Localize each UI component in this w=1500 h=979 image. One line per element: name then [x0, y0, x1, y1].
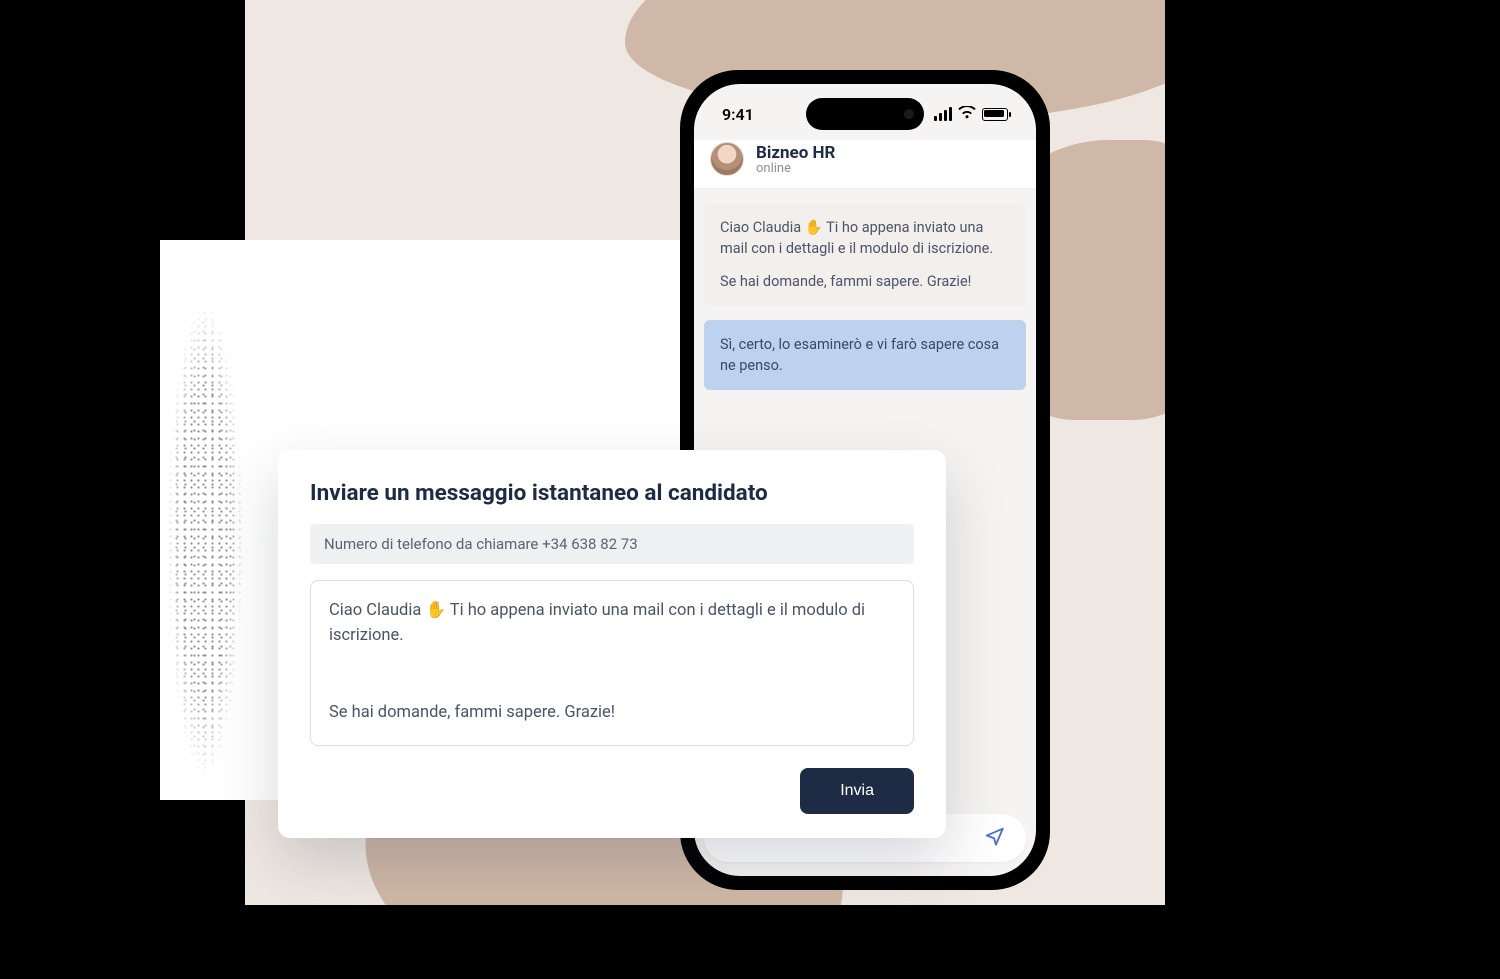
wifi-icon — [958, 105, 976, 124]
phone-number-field[interactable]: Numero di telefono da chiamare +34 638 8… — [310, 524, 914, 564]
cellular-icon — [934, 107, 952, 121]
dialog-title: Inviare un messaggio istantaneo al candi… — [310, 480, 914, 506]
message-text: Sì, certo, lo esaminerò e vi farò sapere… — [720, 336, 999, 374]
chat-header: Bizneo HR online — [694, 140, 1036, 189]
phone-notch — [806, 98, 924, 130]
message-outgoing: Sì, certo, lo esaminerò e vi farò sapere… — [704, 320, 1026, 390]
chat-body: Ciao Claudia ✋ Ti ho appena inviato una … — [694, 189, 1036, 404]
message-incoming: Ciao Claudia ✋ Ti ho appena inviato una … — [704, 203, 1026, 306]
send-message-dialog: Inviare un messaggio istantaneo al candi… — [278, 450, 946, 838]
chat-title: Bizneo HR — [756, 143, 835, 163]
avatar — [710, 142, 744, 176]
message-text: Se hai domande, fammi sapere. Grazie! — [720, 271, 1010, 292]
chat-online-status: online — [756, 161, 835, 176]
message-textarea[interactable]: Ciao Claudia ✋ Ti ho appena inviato una … — [310, 580, 914, 746]
draft-line: Ciao Claudia ✋ Ti ho appena inviato una … — [329, 599, 895, 649]
battery-icon — [982, 108, 1008, 121]
draft-line: Se hai domande, fammi sapere. Grazie! — [329, 701, 895, 726]
message-text: Ciao Claudia ✋ Ti ho appena inviato una … — [720, 217, 1010, 259]
send-button[interactable]: Invia — [800, 768, 914, 814]
status-time: 9:41 — [722, 105, 754, 124]
send-icon[interactable] — [984, 825, 1006, 851]
